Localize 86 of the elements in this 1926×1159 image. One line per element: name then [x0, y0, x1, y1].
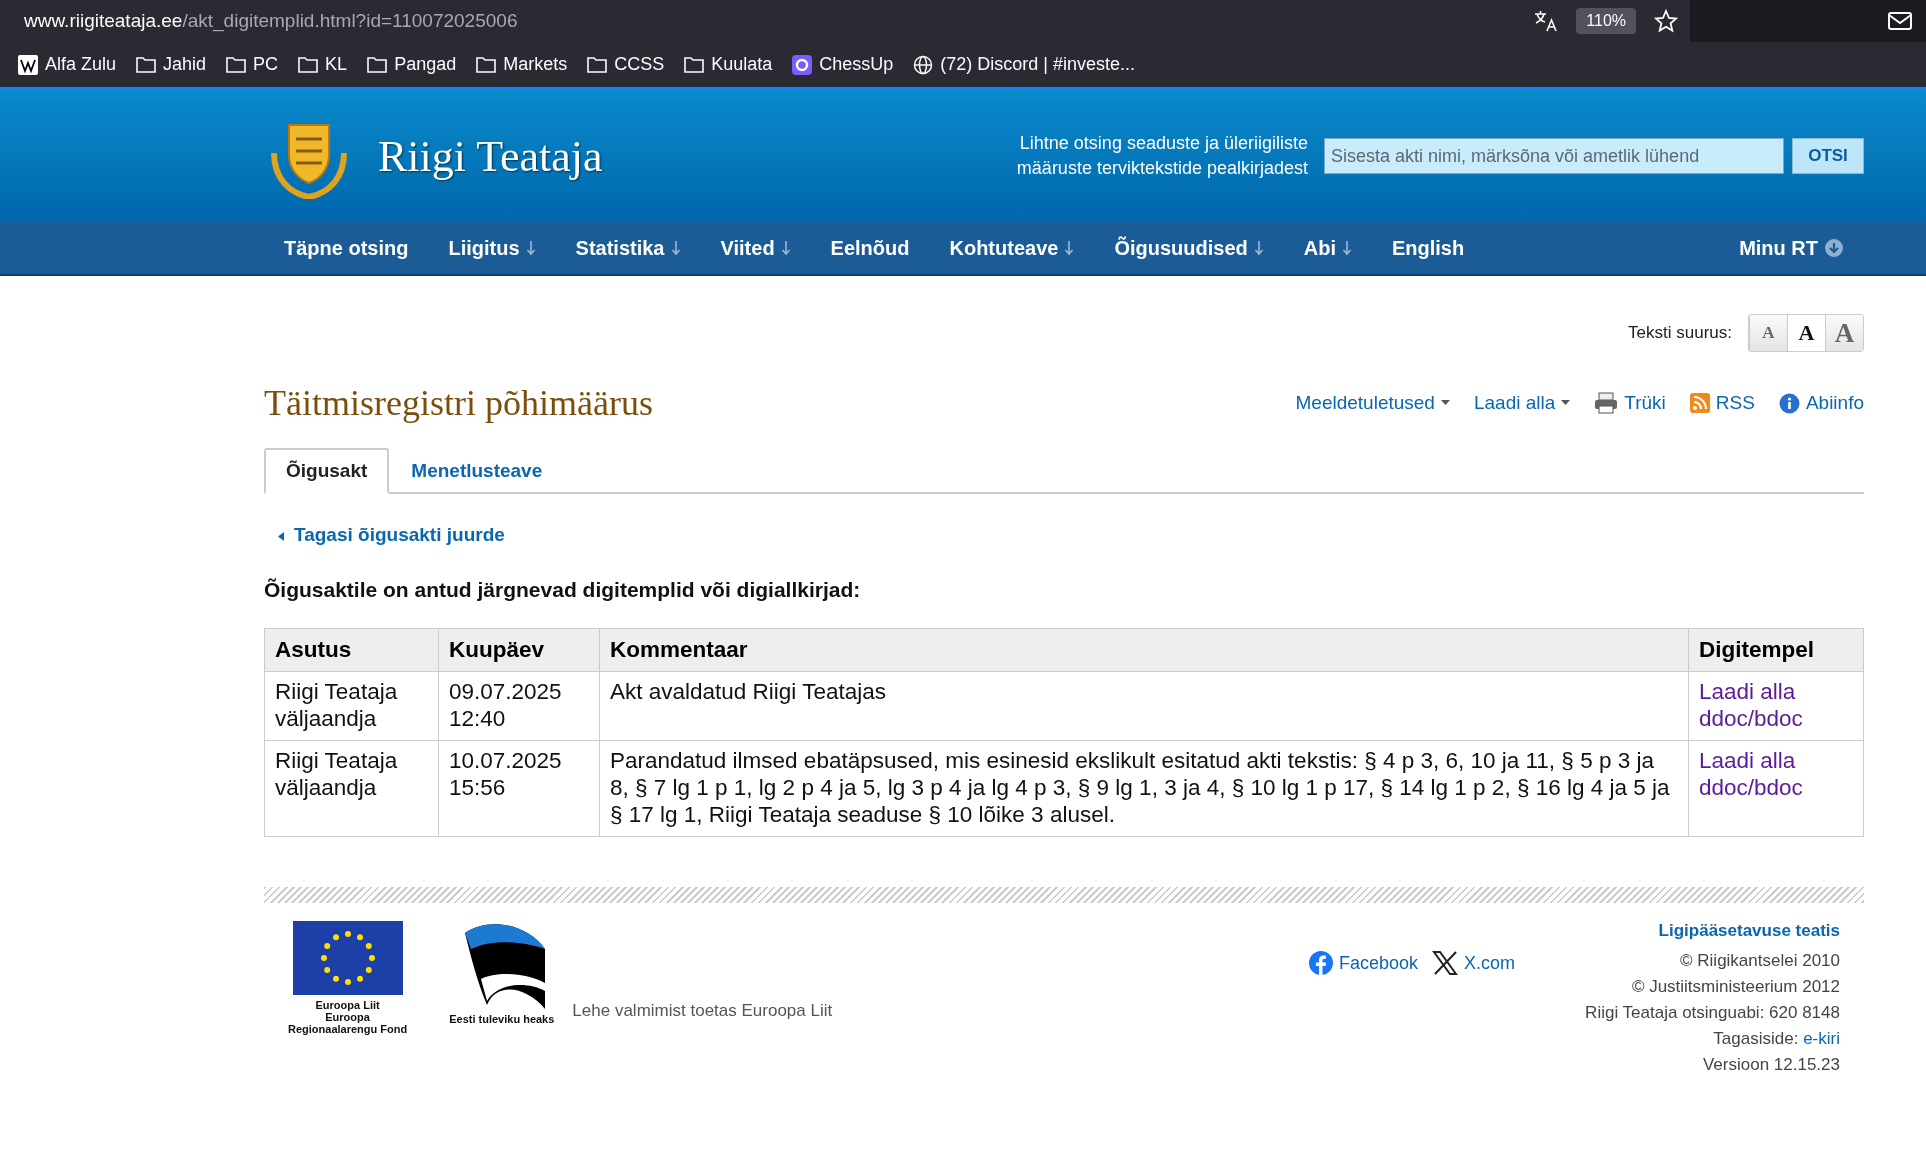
accessibility-link[interactable]: Ligipääsetavuse teatis	[1658, 921, 1840, 941]
folder-icon	[298, 56, 319, 73]
table-cell: Parandatud ilmsed ebatäpsused, mis esinesid ekslikult esitatud akti tekstis: § 4 p 3, 6, 10 ja 11, § 5 p 3 ja 8, § 7 lg 1 p 1, lg 2 p 4 ja 5, lg 3 p 4 ja lg 4 p 3, § 9 lg 1, 3 ja 4, § 10 lg 1 p 17, § 14 lg 1 p 2, § 16 lg 4 ja 5 ja § 17 lg 1, Riigi Teataja seaduse § 10 lõike 3 alusel.	[599, 740, 1689, 837]
bookmark[interactable]: (72) Discord | #investe...	[913, 54, 1136, 75]
caret-left-icon	[278, 532, 284, 541]
search-field[interactable]: Sisesta akti nimi, märksõna või ametlik lühend	[1324, 138, 1784, 174]
table-cell: Riigi Teataja väljaandja	[264, 671, 439, 741]
x-logo-icon	[1432, 951, 1459, 975]
email-link[interactable]: e-kiri	[1803, 1029, 1840, 1048]
download-link[interactable]: ddoc/bdoc	[1699, 705, 1853, 732]
globe-icon	[913, 54, 934, 75]
folder-icon	[136, 56, 157, 73]
column-header: Kuupäev	[438, 628, 600, 672]
text-size-button[interactable]: A	[1825, 315, 1863, 351]
text-size-button[interactable]: A	[1749, 315, 1787, 351]
footer-text: Tagasiside: e-kiri	[1713, 1029, 1840, 1049]
rss-icon	[1689, 393, 1710, 413]
star-icon[interactable]	[1654, 9, 1678, 33]
table-cell: 10.07.2025 15:56	[438, 740, 600, 837]
footer-note: Lehe valmimist toetas Euroopa Liit	[572, 1001, 833, 1021]
footer-text: Versioon 12.15.23	[1702, 1055, 1840, 1075]
printer-icon	[1594, 392, 1619, 414]
bookmark[interactable]: CCSS	[587, 54, 665, 75]
translate-icon[interactable]	[1534, 10, 1559, 32]
app-icon	[792, 54, 813, 75]
nav-item[interactable]: English	[1391, 236, 1465, 260]
info-icon	[1778, 392, 1800, 414]
action-link[interactable]: Trüki	[1594, 392, 1666, 414]
bookmark[interactable]: Alfa Zulu	[18, 54, 117, 75]
nav-item[interactable]: Abi	[1303, 236, 1352, 260]
download-link[interactable]: Laadi alla	[1699, 747, 1853, 774]
social-link[interactable]: X.com	[1432, 951, 1516, 975]
action-link[interactable]: Meeldetuletused	[1295, 392, 1450, 414]
bookmark[interactable]: Markets	[476, 54, 568, 75]
folder-icon	[476, 56, 497, 73]
nav-item[interactable]: Minu RT	[1739, 236, 1844, 260]
download-link[interactable]: Laadi alla	[1699, 678, 1853, 705]
bookmark[interactable]: ChessUp	[792, 54, 894, 75]
nav-item[interactable]: Kohtuteave	[949, 236, 1075, 260]
nav-item[interactable]: Õigusuudised	[1114, 236, 1264, 260]
zoom-level[interactable]: 110%	[1576, 8, 1636, 34]
folder-icon	[684, 56, 705, 73]
nav-item[interactable]: Statistika	[575, 236, 681, 260]
site-logo-text[interactable]: Riigi Teataja	[378, 130, 603, 182]
action-link[interactable]: RSS	[1689, 392, 1755, 414]
page-title: Täitmisregistri põhimäärus	[264, 382, 653, 424]
folder-icon	[226, 56, 247, 73]
caret-icon	[1561, 400, 1571, 406]
logo-caption: Eesti tuleviku heaks	[449, 1013, 555, 1025]
column-header: Digitempel	[1688, 628, 1864, 672]
bookmark[interactable]: Kuulata	[684, 54, 773, 75]
footer-text: Riigi Teataja otsinguabi: 620 8148	[1585, 1003, 1840, 1023]
social-link[interactable]: Facebook	[1309, 951, 1419, 975]
action-link[interactable]: Laadi alla	[1473, 392, 1571, 414]
footer-text: © Justiitsministeerium 2012	[1631, 977, 1840, 997]
table-cell: 09.07.2025 12:40	[438, 671, 600, 741]
nav-item[interactable]: Eelnõud	[830, 236, 910, 260]
download-link[interactable]: ddoc/bdoc	[1699, 774, 1853, 801]
text-size-label: Teksti suurus:	[1628, 323, 1732, 343]
bookmark[interactable]: PC	[226, 54, 279, 75]
search-button[interactable]: OTSI	[1792, 138, 1864, 174]
nav-item[interactable]: Viited	[720, 236, 791, 260]
column-header: Asutus	[264, 628, 439, 672]
caret-icon	[1440, 400, 1450, 406]
column-header: Kommentaar	[599, 628, 1689, 672]
bookmark[interactable]: Pangad	[367, 54, 457, 75]
table-cell: Akt avaldatud Riigi Teatajas	[599, 671, 1689, 741]
mail-icon[interactable]	[1888, 12, 1912, 30]
nav-item[interactable]: Liigitus	[448, 236, 536, 260]
bookmark[interactable]: KL	[298, 54, 348, 75]
action-link[interactable]: Abiinfo	[1778, 392, 1864, 414]
table-cell: Riigi Teataja väljaandja	[264, 740, 439, 837]
logo-caption: Euroopa Liit Euroopa Regionaalarengu Fond	[288, 999, 408, 1035]
folder-icon	[367, 56, 388, 73]
section-heading: Õigusaktile on antud järgnevad digitemplid või digiallkirjad:	[264, 578, 862, 602]
tab[interactable]: Õigusakt	[264, 448, 390, 494]
nav-item[interactable]: Täpne otsing	[284, 236, 409, 260]
url-field[interactable]: www.riigiteataja.ee/akt_digitemplid.html?id=110072025006	[24, 10, 1535, 32]
tab[interactable]: Menetlusteave	[389, 448, 565, 494]
wikipedia-icon	[18, 54, 38, 75]
folder-icon	[587, 56, 608, 73]
footer-text: © Riigikantselei 2010	[1680, 951, 1840, 971]
back-link[interactable]: Tagasi õigusakti juurde	[278, 524, 505, 546]
facebook-icon	[1309, 951, 1334, 975]
bookmark[interactable]: Jahid	[136, 54, 207, 75]
search-hint: Lihtne otsing seaduste ja üleriigiliste määruste terviktekstide pealkirjadest	[1015, 132, 1308, 180]
